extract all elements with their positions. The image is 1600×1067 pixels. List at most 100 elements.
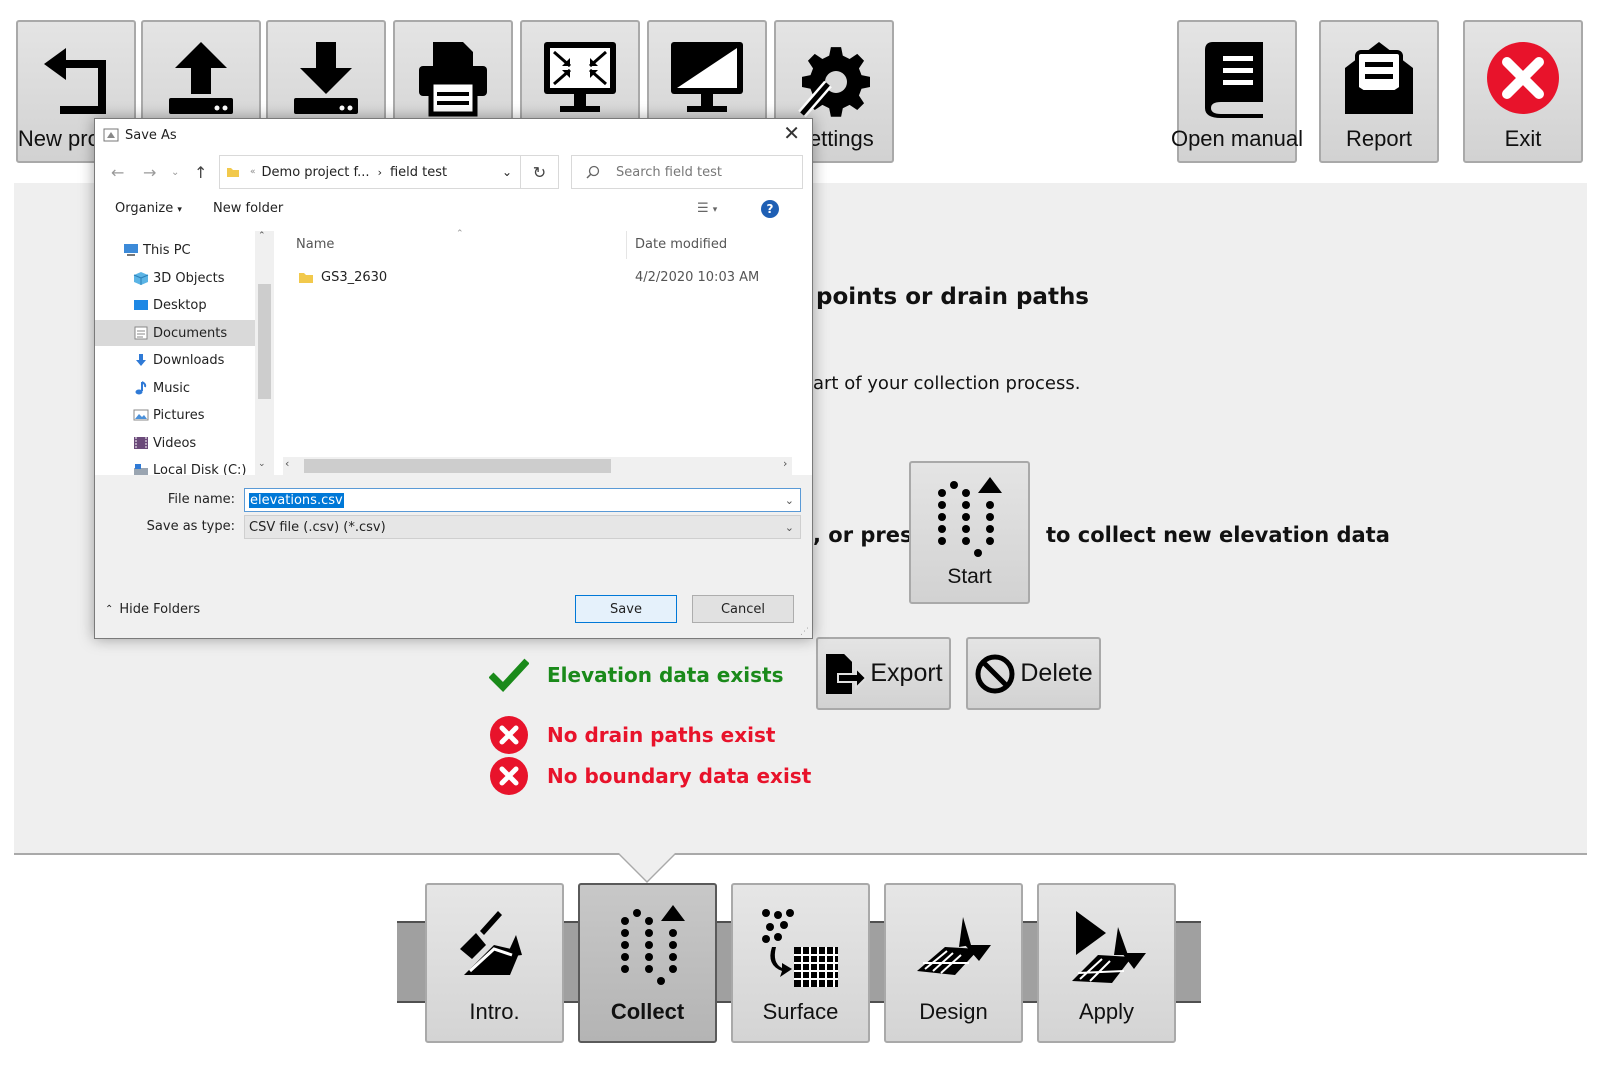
- file-list-header: Name ⌃ Date modified: [274, 229, 792, 259]
- scroll-up-icon[interactable]: ⌃: [258, 231, 266, 241]
- drive-icon: [134, 464, 148, 475]
- open-manual-button[interactable]: Open manual: [1171, 20, 1303, 163]
- tree-item-music[interactable]: Music: [95, 375, 255, 401]
- chevron-up-icon: ⌃: [105, 604, 114, 615]
- new-folder-button[interactable]: New folder: [213, 201, 283, 216]
- file-name: GS3_2630: [321, 270, 388, 285]
- export-label: Export: [870, 659, 943, 687]
- tree-label: Documents: [153, 325, 228, 341]
- download-arrow-icon: [136, 354, 146, 366]
- file-name-input[interactable]: elevations.csv ⌄: [244, 488, 801, 512]
- folder-icon: [227, 168, 239, 177]
- recent-chevron-icon[interactable]: ⌄: [171, 167, 179, 178]
- resize-grip-icon[interactable]: ⋰: [800, 627, 809, 637]
- upload-icon: [156, 36, 246, 120]
- tree-item-documents[interactable]: Documents: [95, 320, 255, 346]
- search-input[interactable]: Search field test: [571, 155, 803, 189]
- hscroll-thumb[interactable]: [304, 459, 611, 473]
- organize-menu[interactable]: Organize ▾: [115, 201, 182, 216]
- panel-pointer-fill: [619, 853, 675, 881]
- collect-path-icon: [620, 905, 685, 985]
- report-envelope-icon: [1334, 36, 1424, 120]
- intro-tractor-icon: [459, 911, 522, 975]
- printer-icon: [408, 36, 498, 120]
- tree-item-this-pc[interactable]: This PC: [95, 237, 255, 263]
- address-dropdown-icon[interactable]: ⌄: [502, 165, 512, 179]
- column-name[interactable]: Name: [296, 237, 334, 252]
- fit-screen-icon: [535, 36, 625, 120]
- return-arrow-icon: [31, 36, 121, 120]
- nav-surface[interactable]: Surface: [731, 883, 870, 1043]
- save-button[interactable]: Save: [575, 595, 677, 623]
- report-label: Report: [1345, 126, 1413, 151]
- gear-wrench-icon: [789, 36, 879, 120]
- scroll-right-icon[interactable]: ›: [783, 457, 787, 470]
- breadcrumb-overflow-icon: «: [250, 167, 256, 177]
- nav-apply-label: Apply: [1078, 999, 1135, 1024]
- scroll-left-icon[interactable]: ‹: [285, 457, 289, 470]
- view-options-icon[interactable]: ☰ ▾: [697, 201, 717, 216]
- address-bar[interactable]: « Demo project f... › field test ⌄: [219, 155, 521, 189]
- scroll-down-icon[interactable]: ⌄: [258, 459, 266, 469]
- nav-intro[interactable]: Intro.: [425, 883, 564, 1043]
- tree-item-3d-objects[interactable]: 3D Objects: [95, 265, 255, 291]
- tree-label: Pictures: [153, 407, 205, 423]
- status-elevation: Elevation data exists: [489, 655, 784, 695]
- tree-label: Local Disk (C:): [153, 462, 247, 476]
- start-collect-button[interactable]: Start: [909, 461, 1030, 604]
- tree-item-pictures[interactable]: Pictures: [95, 402, 255, 428]
- dialog-titlebar: Save As: [103, 125, 177, 145]
- search-placeholder: Search field test: [616, 164, 722, 180]
- forward-arrow-icon[interactable]: →: [143, 163, 156, 182]
- tree-label: 3D Objects: [153, 270, 225, 286]
- delete-label: Delete: [1020, 659, 1093, 687]
- dialog-title: Save As: [125, 127, 177, 143]
- tree-scroll-thumb[interactable]: [258, 284, 271, 399]
- desktop-icon: [134, 300, 148, 310]
- nav-collect-label: Collect: [610, 999, 685, 1024]
- organize-label: Organize: [115, 201, 174, 216]
- panel-heading: points or drain paths: [816, 284, 1090, 310]
- panel-instructions: art of your collection process.: [813, 373, 1081, 394]
- error-x-icon: [490, 716, 528, 754]
- report-button[interactable]: Report: [1319, 20, 1439, 163]
- hide-folders-toggle[interactable]: ⌃ Hide Folders: [105, 602, 200, 617]
- breadcrumb-item[interactable]: field test: [390, 165, 447, 180]
- tree-item-desktop[interactable]: Desktop: [95, 292, 255, 318]
- apply-play-field-icon: [1071, 911, 1146, 983]
- nav-apply[interactable]: Apply: [1037, 883, 1176, 1043]
- breadcrumb-separator-icon: ›: [377, 165, 382, 179]
- save-type-select[interactable]: CSV file (.csv) (*.csv) ⌄: [244, 515, 801, 539]
- cancel-button[interactable]: Cancel: [692, 595, 794, 623]
- monitor-icon: [662, 36, 752, 120]
- up-arrow-icon[interactable]: ↑: [194, 163, 207, 182]
- organize-dropdown-icon: ▾: [177, 205, 182, 215]
- nav-collect[interactable]: Collect: [578, 883, 717, 1043]
- collect-instruction: to collect new elevation data: [1046, 523, 1390, 547]
- column-date[interactable]: Date modified: [635, 237, 727, 252]
- tree-item-local-disk[interactable]: Local Disk (C:): [95, 457, 255, 475]
- refresh-icon[interactable]: ↻: [521, 155, 559, 189]
- delete-button[interactable]: Delete: [966, 637, 1101, 710]
- file-row[interactable]: GS3_2630 4/2/2020 10:03 AM: [274, 264, 792, 290]
- file-name-dropdown-icon[interactable]: ⌄: [785, 494, 794, 507]
- sort-indicator-icon: ⌃: [456, 229, 464, 239]
- help-icon[interactable]: ?: [761, 200, 779, 218]
- open-manual-label: Open manual: [1170, 126, 1304, 151]
- nav-design[interactable]: Design: [884, 883, 1023, 1043]
- save-as-app-icon: [103, 128, 119, 142]
- tree-item-videos[interactable]: Videos: [95, 430, 255, 456]
- tree-item-downloads[interactable]: Downloads: [95, 347, 255, 373]
- exit-button[interactable]: Exit: [1463, 20, 1583, 163]
- back-arrow-icon[interactable]: ←: [111, 163, 124, 182]
- design-field-icon: [916, 917, 991, 975]
- export-button[interactable]: Export: [816, 637, 951, 710]
- status-elevation-text: Elevation data exists: [547, 663, 784, 687]
- save-type-label: Save as type:: [146, 519, 235, 534]
- exit-label: Exit: [1504, 126, 1542, 151]
- breadcrumb-item[interactable]: Demo project f...: [262, 165, 370, 180]
- export-file-icon: [826, 653, 867, 694]
- dialog-close-icon[interactable]: ✕: [783, 121, 800, 145]
- film-icon: [134, 437, 148, 449]
- prohibited-icon: [975, 654, 1015, 693]
